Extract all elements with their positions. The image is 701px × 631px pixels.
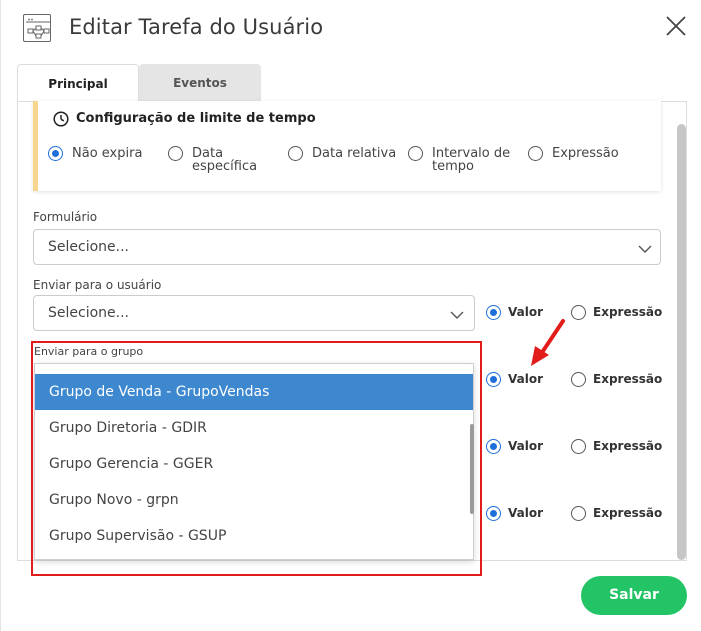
modal-title: Editar Tarefa do Usuário	[69, 15, 324, 39]
chevron-down-icon	[638, 241, 652, 255]
radio-data-especifica[interactable]	[168, 146, 183, 161]
radio-expressao-tempo[interactable]	[528, 146, 543, 161]
enviar-grupo-label: Enviar para o grupo	[34, 345, 144, 358]
formulario-label: Formulário	[33, 210, 98, 224]
radio-nao-expira[interactable]	[48, 146, 63, 161]
enviar-usuario-select[interactable]: Selecione...	[33, 295, 475, 331]
edit-task-modal: Editar Tarefa do Usuário Principal Event…	[0, 0, 701, 631]
radio-usuario-expressao[interactable]	[571, 305, 586, 320]
radio-row4-expressao[interactable]	[571, 506, 586, 521]
label-usuario-expressao: Expressão	[593, 305, 663, 319]
radio-grupo-expressao[interactable]	[571, 372, 586, 387]
label-grupo-valor: Valor	[508, 372, 544, 386]
label-expressao-tempo: Expressão	[552, 146, 619, 161]
list-item[interactable]: Grupo Gerencia - GGER	[35, 446, 473, 482]
label-row4-valor: Valor	[508, 506, 544, 520]
content-scrollbar[interactable]	[677, 124, 686, 560]
label-usuario-valor: Valor	[508, 305, 544, 319]
radio-row3-expressao[interactable]	[571, 439, 586, 454]
radio-grupo-valor[interactable]	[486, 372, 501, 387]
radio-intervalo-tempo[interactable]	[408, 146, 423, 161]
radio-row3-valor[interactable]	[486, 439, 501, 454]
save-button[interactable]: Salvar	[581, 576, 687, 615]
label-grupo-expressao: Expressão	[593, 372, 663, 386]
list-item[interactable]: Grupo de Venda - GrupoVendas	[35, 374, 473, 410]
chevron-down-icon	[450, 307, 464, 321]
tab-principal[interactable]: Principal	[17, 64, 139, 102]
label-data-relativa: Data relativa	[312, 146, 397, 161]
time-limit-title: Configuração de limite de tempo	[76, 111, 316, 126]
close-icon[interactable]	[664, 14, 688, 38]
group-dropdown-list[interactable]: Grupo de Venda - GrupoVendas Grupo Diret…	[34, 363, 474, 560]
radio-row4-valor[interactable]	[486, 506, 501, 521]
modal-header: Editar Tarefa do Usuário	[1, 0, 701, 58]
tab-eventos[interactable]: Eventos	[139, 64, 261, 102]
label-row3-expressao: Expressão	[593, 439, 663, 453]
radio-data-relativa[interactable]	[288, 146, 303, 161]
dropdown-scrollbar[interactable]	[470, 424, 474, 514]
label-data-especifica-2: específica	[192, 159, 258, 174]
label-nao-expira: Não expira	[72, 146, 143, 161]
clock-icon	[53, 111, 69, 127]
enviar-usuario-label: Enviar para o usuário	[33, 278, 162, 292]
label-row3-valor: Valor	[508, 439, 544, 453]
list-item[interactable]: Grupo Diretoria - GDIR	[35, 410, 473, 446]
label-intervalo-2: tempo	[432, 159, 474, 174]
enviar-usuario-value: Selecione...	[48, 305, 129, 321]
label-row4-expressao: Expressão	[593, 506, 663, 520]
list-item[interactable]: Grupo Supervisão - GSUP	[35, 518, 473, 554]
radio-usuario-valor[interactable]	[486, 305, 501, 320]
formulario-select[interactable]: Selecione...	[33, 229, 661, 265]
list-item[interactable]: Grupo Novo - grpn	[35, 482, 473, 518]
workflow-icon	[23, 14, 51, 42]
formulario-value: Selecione...	[48, 239, 129, 255]
